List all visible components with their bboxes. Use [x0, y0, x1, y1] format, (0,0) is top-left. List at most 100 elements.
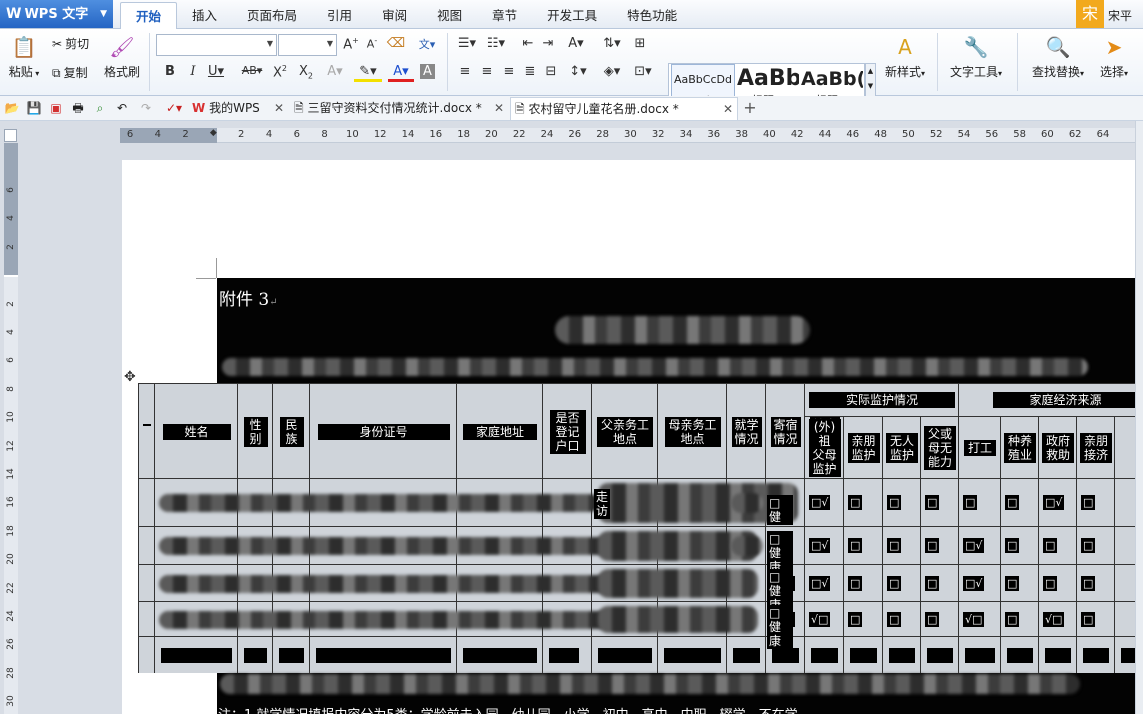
- font-size-select[interactable]: ▼: [278, 34, 337, 56]
- user-box[interactable]: 宋 宋平: [1076, 0, 1143, 28]
- paste-button[interactable]: 📋 粘贴 ▾: [6, 35, 42, 80]
- table-cell[interactable]: [139, 637, 155, 673]
- menu-tab[interactable]: 开始: [120, 2, 178, 29]
- ruler-number: 6: [293, 129, 300, 140]
- highlight-button[interactable]: ✎▾: [354, 64, 382, 82]
- menu-tab[interactable]: 页面布局: [232, 2, 312, 29]
- cut-button[interactable]: ✂ 剪切: [52, 35, 89, 52]
- redacted-row: [159, 574, 609, 593]
- ruler-number: 12: [6, 439, 16, 452]
- close-icon[interactable]: ✕: [723, 98, 733, 121]
- doc-tab-stats[interactable]: 🗎 三留守资料交付情况统计.docx * ✕: [290, 97, 508, 120]
- header-label: 亲朋 监护: [847, 433, 880, 463]
- sort-icon[interactable]: ⇅▾: [598, 36, 626, 51]
- decrease-indent-icon[interactable]: ⇤: [518, 36, 538, 51]
- table-cell[interactable]: [139, 527, 155, 565]
- clear-format-icon[interactable]: ⌫: [386, 36, 406, 51]
- new-style-button[interactable]: A 新样式▾: [880, 35, 930, 80]
- ruler-number: 4: [265, 129, 273, 140]
- vertical-scrollbar[interactable]: [1135, 121, 1143, 714]
- user-name: 宋平: [1108, 9, 1133, 23]
- roster-table[interactable]: 姓名性 别民 族身份证号 家庭地址 是否 登记 户口 父亲务工 地点 母亲务工 地点 就学…: [138, 383, 1143, 673]
- borders-icon[interactable]: ⊡▾: [630, 64, 656, 79]
- ruler-number: 16: [429, 129, 443, 140]
- bold-button[interactable]: B: [160, 64, 180, 79]
- align-right-icon[interactable]: ≡: [499, 64, 519, 79]
- menu-tab[interactable]: 插入: [177, 2, 232, 29]
- ruler-number: 62: [1068, 129, 1082, 140]
- numbered-list-icon[interactable]: ☷▾: [484, 36, 508, 51]
- increase-indent-icon[interactable]: ⇥: [538, 36, 558, 51]
- align-center-icon[interactable]: ≡: [477, 64, 497, 79]
- justify-icon[interactable]: ≣: [520, 64, 540, 79]
- pdf-export-icon[interactable]: ▣: [48, 100, 64, 116]
- close-icon[interactable]: ✕: [274, 97, 284, 120]
- redo-icon[interactable]: ↷: [138, 100, 154, 116]
- customize-quickbar-icon[interactable]: ✓▾: [166, 100, 182, 116]
- save-icon[interactable]: 💾: [26, 100, 42, 116]
- underline-button[interactable]: U▾: [206, 64, 226, 79]
- select-button[interactable]: ➤ 选择▾: [1094, 35, 1134, 80]
- paragraph-shading-icon[interactable]: ◈▾: [598, 64, 626, 79]
- table-cell[interactable]: [139, 479, 155, 527]
- text-effect-button[interactable]: A▾: [325, 64, 345, 79]
- app-menu-button[interactable]: W WPS 文字 ▼: [0, 0, 113, 28]
- font-name-select[interactable]: ▼: [156, 34, 277, 56]
- table-cell[interactable]: [139, 565, 155, 602]
- ruler-number: 4: [6, 329, 16, 335]
- header-label: 是否 登记 户口: [549, 409, 586, 454]
- header-label: 家庭地址: [463, 423, 537, 440]
- vertical-ruler[interactable]: 6 4 2 2 4 6 8 10 12 14 16 18 20 22 24 26 28 30: [4, 143, 18, 714]
- guardian-check: □: [848, 575, 863, 591]
- doc-tab-mywps[interactable]: W 我的WPS ✕: [188, 97, 288, 120]
- copy-button[interactable]: ⧉ 复制: [52, 64, 88, 81]
- doc-tab-roster[interactable]: 🗎 农村留守儿童花名册.docx * ✕: [510, 97, 738, 120]
- superscript-button[interactable]: X2: [270, 64, 290, 80]
- doc-tab-label: 农村留守儿童花名册.docx *: [528, 102, 679, 116]
- menu-tab[interactable]: 开发工具: [532, 2, 612, 29]
- open-folder-icon[interactable]: 📂: [4, 100, 20, 116]
- menu-tab[interactable]: 引用: [312, 2, 367, 29]
- format-painter-button[interactable]: 🖌 格式刷: [102, 35, 142, 80]
- undo-icon[interactable]: ↶: [114, 100, 130, 116]
- table-move-handle-icon[interactable]: ✥: [124, 369, 136, 385]
- table-grid-icon[interactable]: ⊞: [630, 36, 650, 51]
- print-preview-icon[interactable]: ⌕: [92, 100, 108, 116]
- avatar[interactable]: 宋: [1076, 0, 1104, 28]
- new-tab-icon[interactable]: +: [742, 100, 758, 116]
- table-cell[interactable]: [139, 602, 155, 637]
- align-left-icon[interactable]: ≡: [455, 64, 475, 79]
- chinese-layout-icon[interactable]: A▾: [562, 36, 590, 51]
- bullet-list-icon[interactable]: ☰▾: [455, 36, 479, 51]
- line-spacing-icon[interactable]: ↕▾: [565, 64, 591, 79]
- italic-button[interactable]: I: [183, 64, 203, 79]
- empty-cell-mark: [1045, 647, 1071, 663]
- char-shading-button[interactable]: A: [420, 64, 435, 79]
- grow-font-button[interactable]: A+: [341, 36, 361, 52]
- table-cell[interactable]: [139, 384, 155, 479]
- menu-tab[interactable]: 视图: [422, 2, 477, 29]
- menu-tab[interactable]: 特色功能: [612, 2, 692, 29]
- guardian-check: □: [925, 611, 940, 627]
- text-tools-button[interactable]: 🔧 文字工具▾: [946, 35, 1006, 80]
- ruler-indent-marker[interactable]: ◆: [208, 128, 218, 143]
- horizontal-ruler[interactable]: 6 4 2 ◆ 2 4 6 8 10 12 14 16 18 20 22 24 26 28 30 32 34 36 38 40…: [120, 128, 1143, 143]
- menu-tab[interactable]: 审阅: [367, 2, 422, 29]
- header-label: 打工: [964, 440, 996, 456]
- print-icon[interactable]: 🖶: [70, 100, 86, 116]
- search-icon: 🔍: [1045, 35, 1071, 59]
- close-icon[interactable]: ✕: [494, 97, 504, 120]
- menu-tab[interactable]: 章节: [477, 2, 532, 29]
- subscript-button[interactable]: X2: [296, 64, 316, 81]
- distribute-icon[interactable]: ⊟: [541, 64, 561, 79]
- strikethrough-button[interactable]: AB▾: [238, 64, 266, 77]
- shrink-font-button[interactable]: A-: [362, 36, 382, 51]
- tab-stop-selector[interactable]: [4, 129, 17, 142]
- font-color-button[interactable]: A▾: [388, 64, 414, 82]
- income-check: √□: [963, 611, 985, 627]
- find-replace-button[interactable]: 🔍 查找替换▾: [1025, 35, 1091, 80]
- header-label: 父亲务工 地点: [597, 416, 653, 447]
- guardian-check: □: [887, 538, 902, 553]
- pinyin-guide-icon[interactable]: 文▾: [412, 36, 442, 52]
- cursor-arrow-icon: ➤: [1105, 35, 1123, 59]
